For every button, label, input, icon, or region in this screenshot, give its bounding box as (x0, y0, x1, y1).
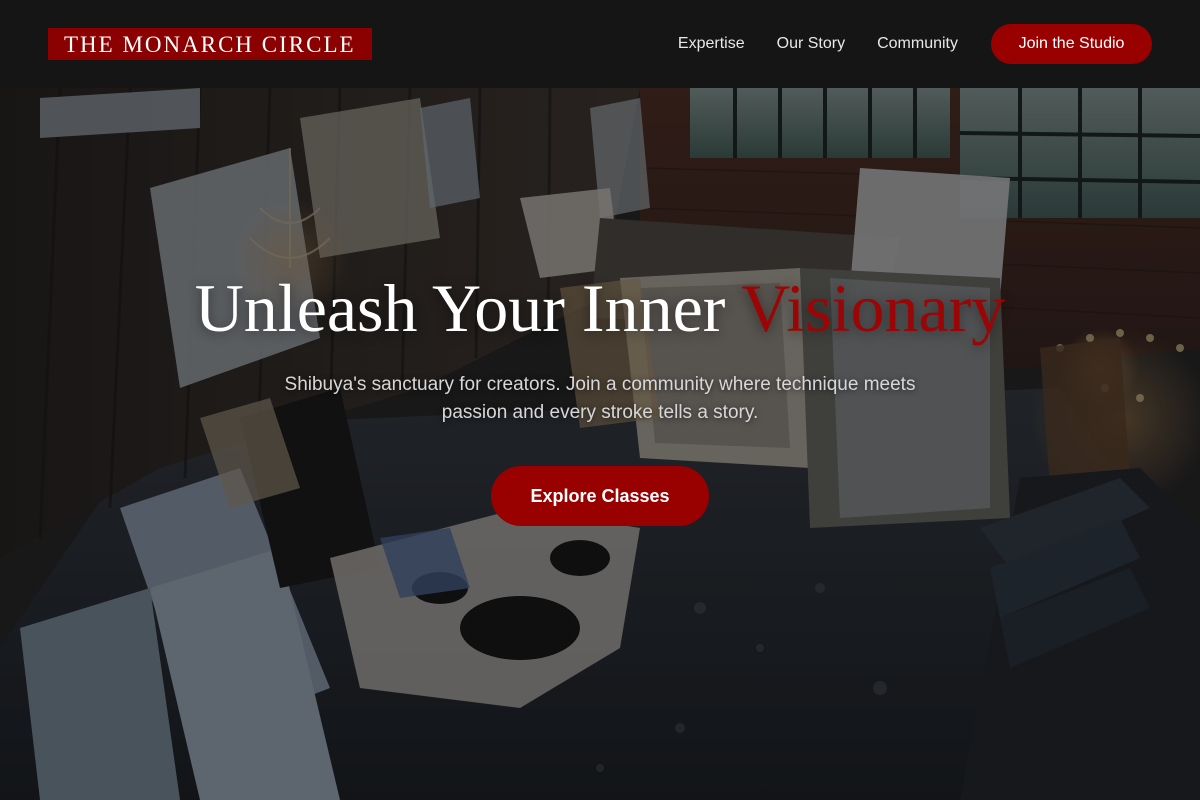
hero-section: Unleash Your Inner Visionary Shibuya's s… (0, 88, 1200, 800)
hero-title-main: Unleash Your Inner (194, 270, 742, 346)
hero-title: Unleash Your Inner Visionary (0, 268, 1200, 348)
hero-dark-overlay (0, 88, 1200, 800)
main-nav: Expertise Our Story Community Join the S… (678, 24, 1152, 64)
nav-link-community[interactable]: Community (877, 35, 958, 53)
join-studio-button[interactable]: Join the Studio (991, 24, 1152, 64)
nav-link-our-story[interactable]: Our Story (777, 35, 845, 53)
explore-classes-button[interactable]: Explore Classes (491, 466, 709, 526)
site-logo[interactable]: THE MONARCH CIRCLE (48, 28, 372, 60)
hero-title-accent: Visionary (741, 270, 1006, 346)
site-header: THE MONARCH CIRCLE Expertise Our Story C… (0, 0, 1200, 88)
nav-link-expertise[interactable]: Expertise (678, 35, 745, 53)
hero-subtitle: Shibuya's sanctuary for creators. Join a… (284, 374, 916, 423)
